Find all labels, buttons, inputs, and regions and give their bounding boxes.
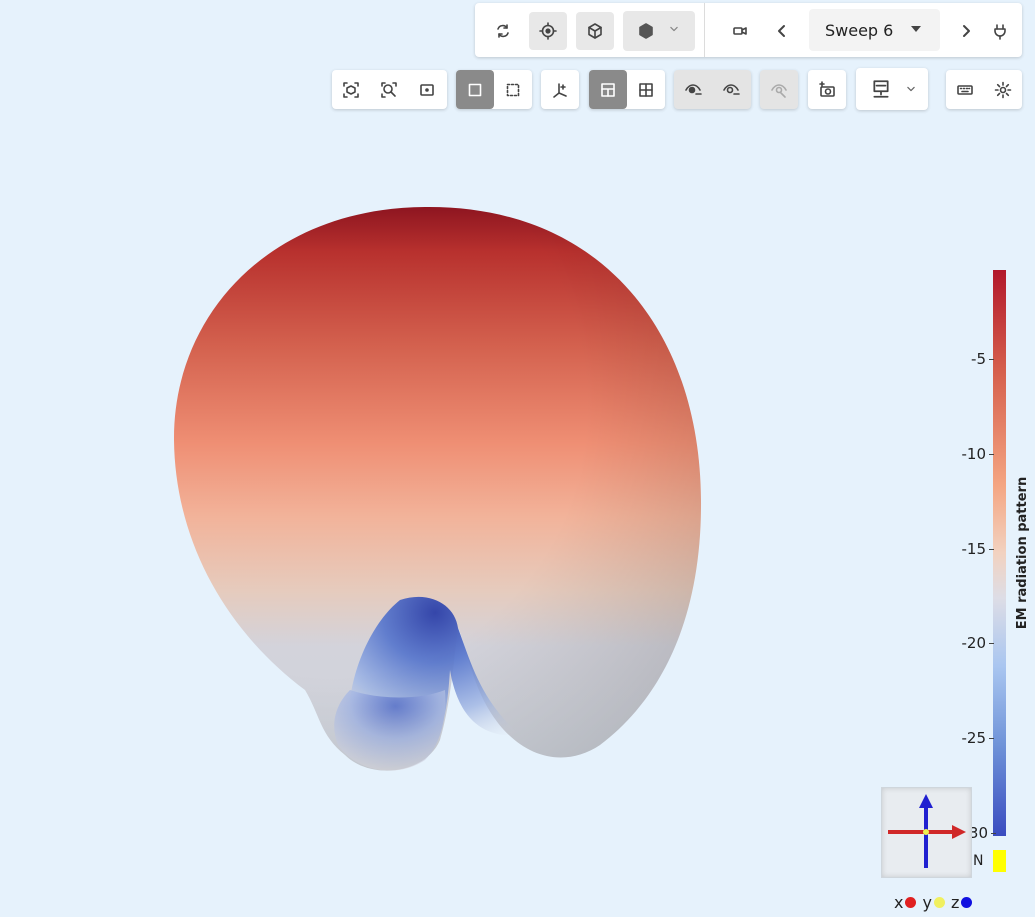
chevron-down-icon — [670, 26, 678, 32]
z-axis-label: z — [950, 893, 960, 912]
center-view-button[interactable] — [408, 70, 446, 109]
grid-icon — [639, 82, 653, 97]
x-axis-arrowhead — [952, 825, 966, 839]
axes-toggle-group — [541, 70, 579, 109]
screenshot-button[interactable] — [808, 70, 846, 109]
colorbar-tick: -10 — [946, 445, 994, 463]
3d-viewport[interactable] — [0, 0, 1035, 917]
y-axis-label: y — [922, 893, 932, 912]
zoom-icon — [381, 81, 397, 98]
nan-swatch — [993, 850, 1006, 872]
monitor-icon — [873, 80, 889, 98]
y-axis-color-dot — [933, 897, 945, 908]
square-icon — [468, 83, 482, 96]
selection-mode-group — [456, 70, 532, 109]
split-layout-button[interactable] — [589, 70, 627, 109]
cube-view-button[interactable] — [576, 12, 614, 50]
camera-plus-icon — [819, 80, 835, 97]
x-axis-color-dot — [905, 897, 917, 908]
record-button[interactable] — [721, 12, 759, 50]
render-mode-dropdown[interactable] — [623, 11, 695, 51]
view-controls-group — [332, 70, 447, 109]
eye-off-icon — [771, 83, 787, 98]
sweep-select-label: Sweep 6 — [825, 20, 894, 40]
colorbar — [993, 270, 1006, 836]
layout-group — [589, 70, 665, 109]
select-dashed-button[interactable] — [494, 70, 532, 109]
colorbar-tick: -20 — [946, 634, 994, 652]
orientation-axes-widget[interactable] — [881, 787, 972, 878]
y-axis-dot — [923, 829, 929, 835]
dashed-square-icon — [506, 83, 520, 96]
gear-icon — [994, 81, 1012, 98]
screenshot-group — [808, 70, 846, 109]
colorbar-tick: -25 — [946, 729, 994, 747]
keyboard-icon — [957, 84, 973, 95]
radiation-pattern-surface[interactable] — [173, 206, 702, 771]
display-dropdown[interactable] — [856, 68, 928, 110]
colorbar-tick: -15 — [946, 540, 994, 558]
previous-sweep-button[interactable] — [763, 12, 801, 50]
radiation-null-region — [350, 596, 520, 756]
video-camera-icon — [733, 27, 747, 35]
radiation-side-lobe — [334, 690, 446, 771]
plug-icon — [994, 24, 1006, 40]
rotate-icon — [497, 24, 509, 38]
show-all-button[interactable] — [760, 70, 798, 109]
next-sweep-button[interactable] — [947, 12, 985, 50]
focus-target-button[interactable] — [529, 12, 567, 50]
settings-button[interactable] — [984, 70, 1022, 109]
reset-view-button[interactable] — [332, 70, 370, 109]
colorbar-title: EM radiation pattern — [1015, 476, 1030, 630]
caret-down-icon — [911, 26, 921, 32]
radiation-pattern-shading — [173, 206, 702, 771]
x-axis-label: x — [894, 893, 904, 912]
axes-legend: x y z — [894, 893, 976, 912]
cube-reset-icon — [343, 81, 359, 98]
rotate-button[interactable] — [484, 12, 522, 50]
display-dropdown-group — [856, 68, 928, 110]
cube-solid-icon — [639, 23, 653, 39]
zoom-fit-button[interactable] — [370, 70, 408, 109]
axes-toggle-button[interactable] — [541, 70, 579, 109]
keyboard-shortcuts-button[interactable] — [946, 70, 984, 109]
cube-outline-icon — [588, 23, 602, 39]
colorbar-tick: -5 — [946, 350, 994, 368]
connect-button[interactable] — [981, 12, 1019, 50]
chevron-left-icon — [778, 25, 785, 37]
target-icon — [539, 22, 557, 40]
isolate-button[interactable] — [712, 70, 750, 109]
chevron-down-icon — [907, 86, 915, 92]
eye-icon — [723, 83, 740, 95]
axes-icon — [553, 82, 567, 98]
show-all-group — [760, 70, 798, 109]
grid-layout-button[interactable] — [627, 70, 665, 109]
visibility-group — [674, 70, 751, 109]
select-box-button[interactable] — [456, 70, 494, 109]
center-dot-icon — [420, 83, 434, 96]
eye-minus-icon — [685, 83, 702, 95]
misc-group — [946, 70, 1022, 109]
hide-button[interactable] — [674, 70, 712, 109]
toolbar-divider — [704, 3, 705, 57]
z-axis-arrowhead — [919, 794, 933, 808]
z-axis-color-dot — [961, 897, 973, 908]
split-layout-icon — [601, 82, 615, 97]
sweep-select[interactable]: Sweep 6 — [809, 9, 940, 51]
chevron-right-icon — [963, 25, 970, 37]
